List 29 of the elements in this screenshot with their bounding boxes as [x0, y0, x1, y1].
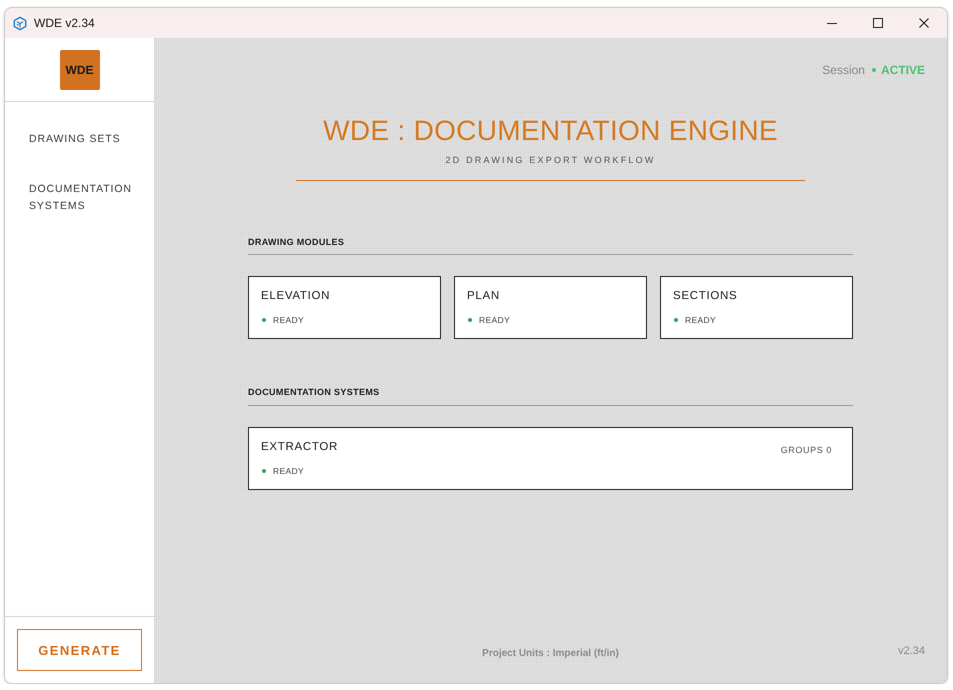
module-name: PLAN: [467, 289, 500, 304]
module-name: SECTIONS: [673, 289, 738, 304]
module-name: EXTRACTOR: [261, 440, 338, 455]
module-card[interactable]: SECTIONS READY: [660, 276, 853, 339]
section-heading: DOCUMENTATION SYSTEMS: [248, 386, 380, 398]
sidebar-item[interactable]: DRAWING SETS: [25, 131, 124, 148]
page-title: WDE : DOCUMENTATION ENGINE: [322, 114, 779, 148]
status-label: READY: [273, 466, 304, 476]
module-card[interactable]: PLAN READY: [454, 276, 647, 339]
sidebar-item[interactable]: DOCUMENTATION SYSTEMS: [25, 181, 142, 215]
section-heading: DRAWING MODULES: [248, 236, 344, 248]
maximize-icon: [873, 18, 883, 28]
project-units: Project Units : Imperial (ft/in): [482, 648, 619, 659]
module-card[interactable]: ELEVATION READY: [248, 276, 441, 339]
cube-icon: [13, 16, 27, 30]
module-card[interactable]: EXTRACTOR GROUPS 0 READY: [248, 427, 853, 490]
minimize-icon: [827, 22, 837, 24]
window-title: WDE v2.34: [34, 16, 95, 30]
groups-count: GROUPS 0: [780, 444, 832, 454]
module-name: ELEVATION: [261, 289, 330, 304]
status-label: READY: [273, 315, 304, 325]
page-subtitle: 2D DRAWING EXPORT WORKFLOW: [445, 154, 656, 166]
status-label: READY: [685, 315, 716, 325]
app-logo: WDE: [60, 50, 100, 90]
session-status: ACTIVE: [880, 63, 925, 77]
version-label: v2.34: [898, 644, 925, 656]
status-label: READY: [479, 315, 510, 325]
close-icon: [919, 18, 929, 28]
session-label: Session: [822, 63, 865, 77]
